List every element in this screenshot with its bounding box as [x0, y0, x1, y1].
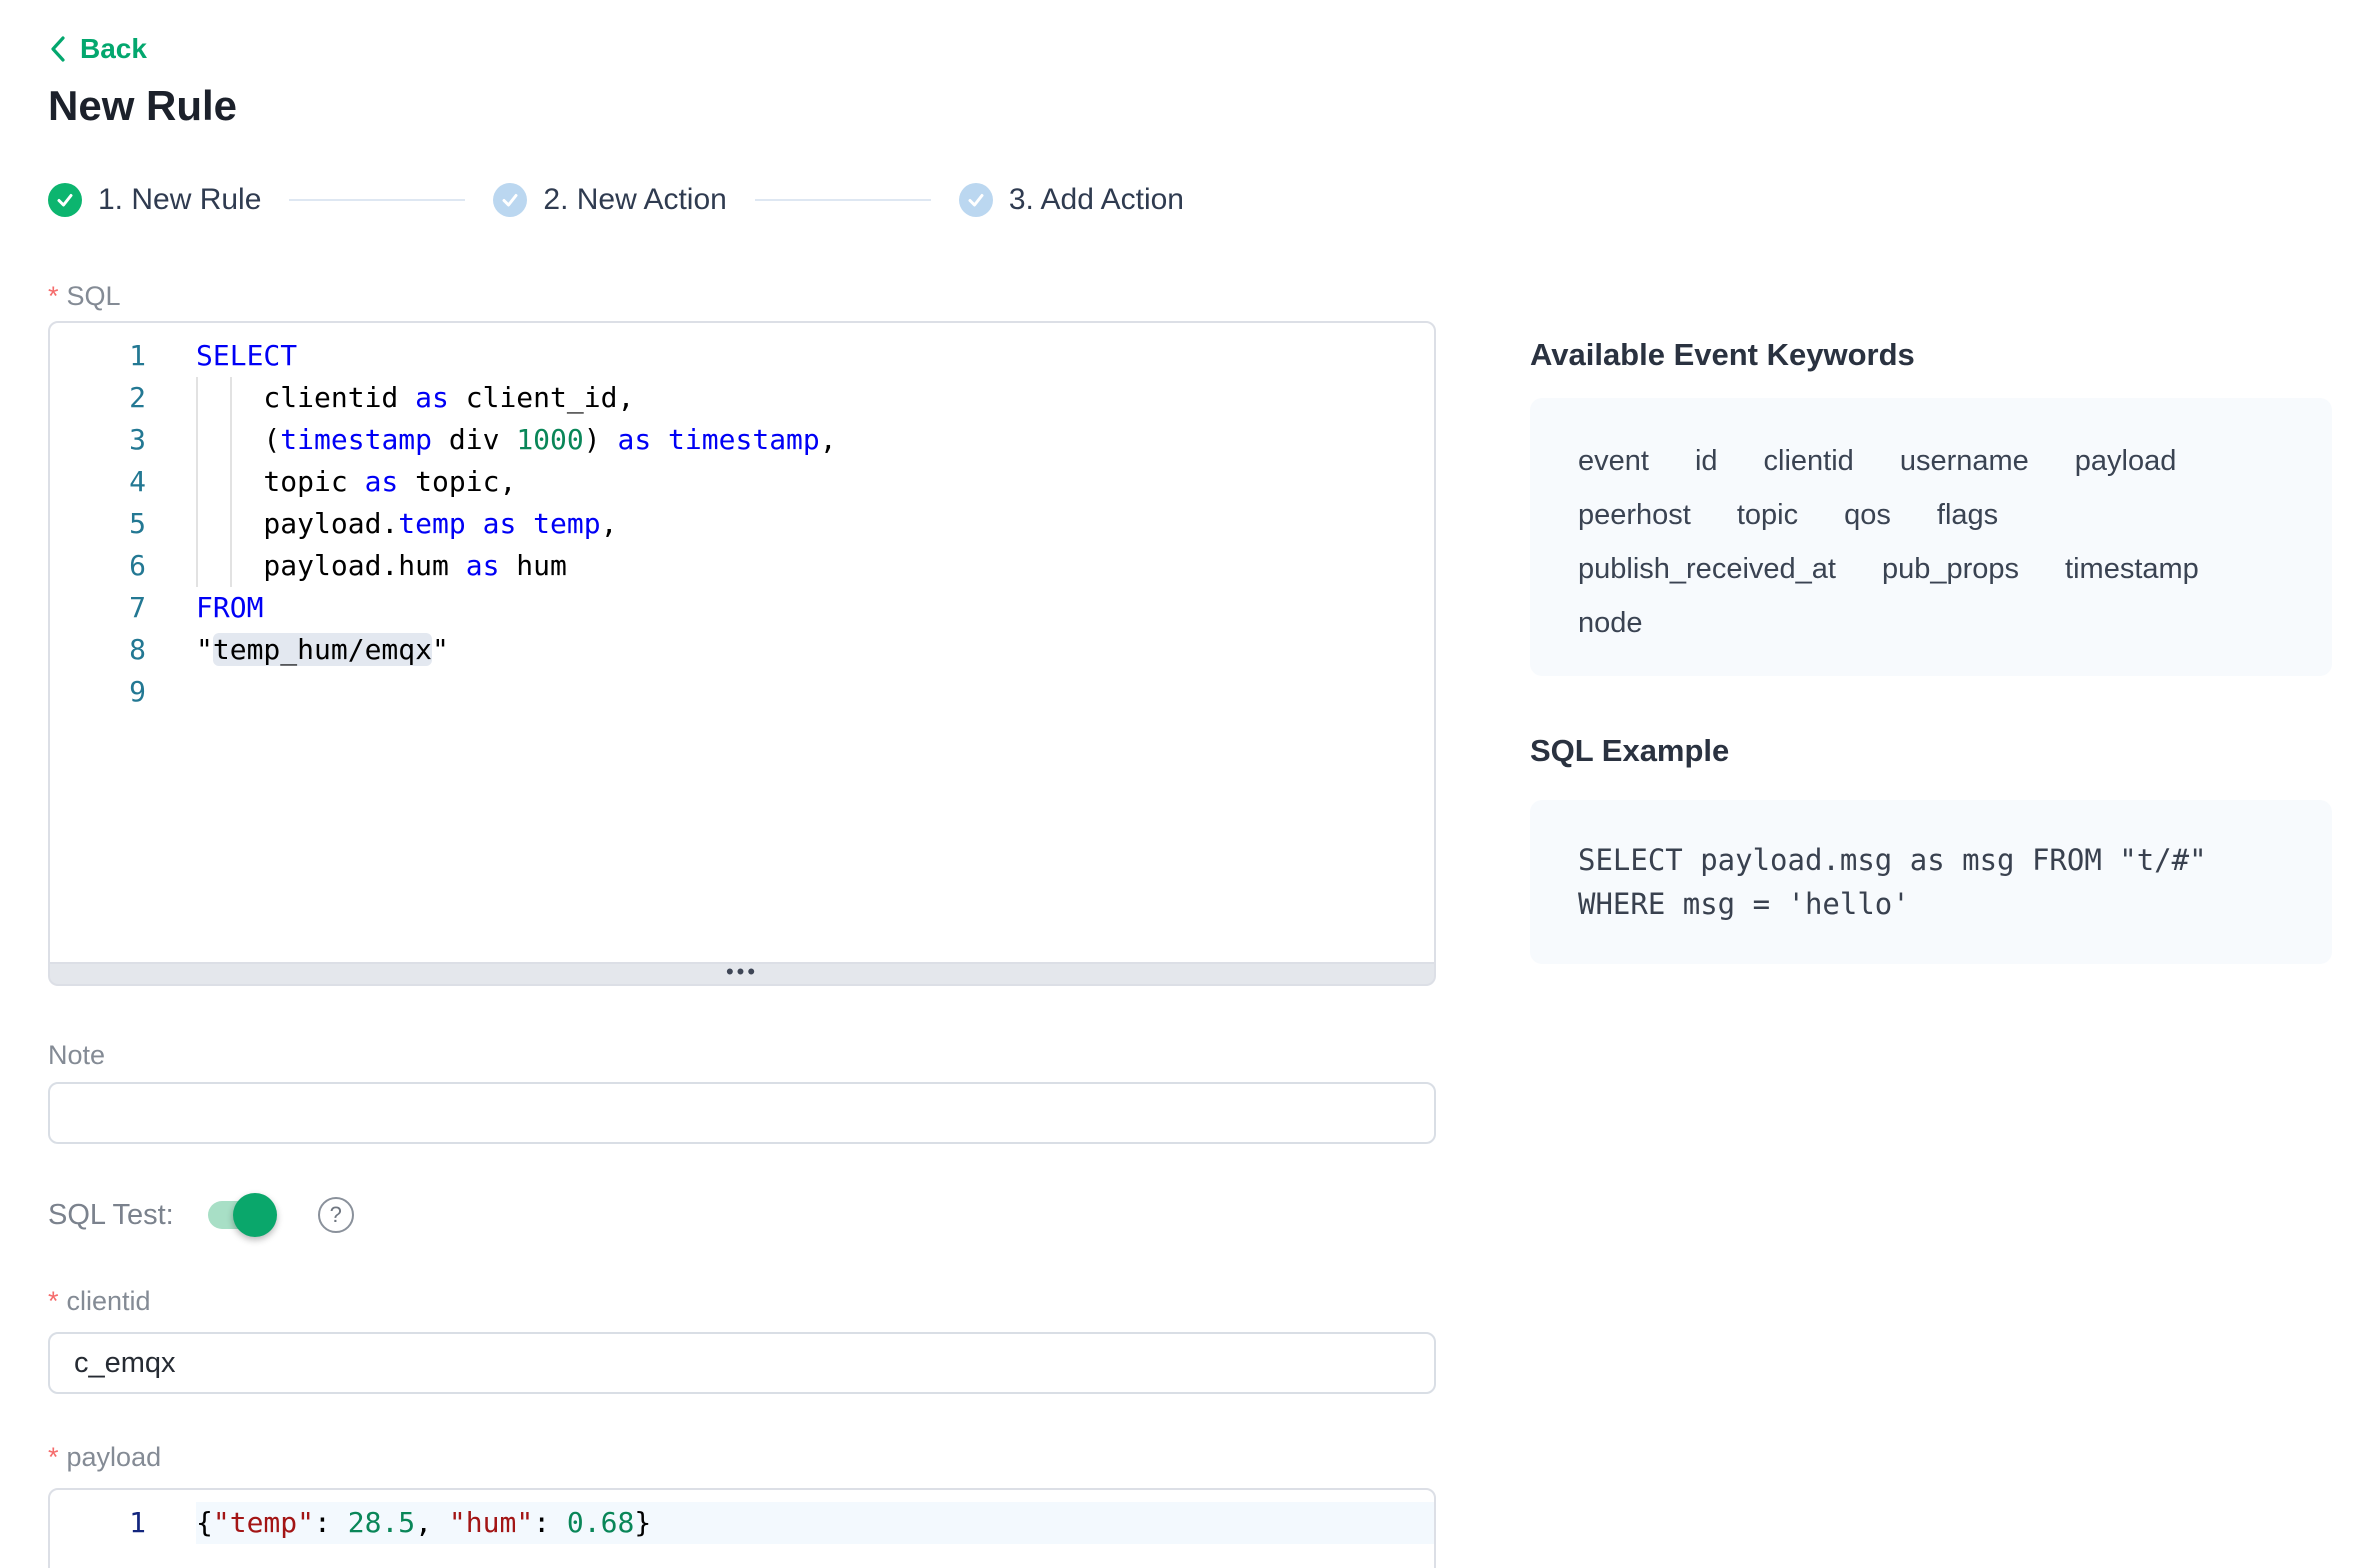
check-circle-icon: [959, 183, 993, 217]
keywords-panel: event id clientid username payload peerhost to…: [1530, 398, 2332, 676]
code-line-content: topic as topic,: [196, 461, 1434, 503]
keyword-item: publish_received_at: [1578, 552, 1836, 586]
keyword-item: payload: [2075, 444, 2177, 478]
payload-editor[interactable]: 1 {"temp": 28.5, "hum": 0.68}: [48, 1488, 1436, 1568]
sql-test-label: SQL Test:: [48, 1199, 174, 1232]
note-field-label: Note: [48, 1038, 1436, 1072]
keyword-item: node: [1578, 606, 1643, 640]
code-line-content: {"temp": 28.5, "hum": 0.68}: [196, 1502, 1434, 1544]
info-column: Available Event Keywords event id clientid…: [1530, 336, 2332, 964]
indent-guide: [230, 377, 232, 587]
line-number: 3: [50, 419, 146, 461]
sql-test-toggle[interactable]: [208, 1201, 274, 1229]
code-line-content: "temp_hum/emqx": [196, 629, 1434, 671]
step-connector: [289, 199, 465, 201]
step-connector: [755, 199, 931, 201]
back-label: Back: [80, 33, 147, 65]
sql-example-line: SELECT payload.msg as msg FROM "t/#": [1578, 838, 2284, 882]
sql-example-title: SQL Example: [1530, 732, 2332, 770]
code-line: 5 payload.temp as temp,: [50, 503, 1434, 545]
code-line-content: FROM: [196, 587, 1434, 629]
keyword-item: pub_props: [1882, 552, 2019, 586]
keyword-item: event: [1578, 444, 1649, 478]
code-line: 4 topic as topic,: [50, 461, 1434, 503]
code-line-content: payload.temp as temp,: [196, 503, 1434, 545]
line-number: 5: [50, 503, 146, 545]
sql-field-label: *SQL: [48, 279, 1436, 313]
keyword-row: publish_received_at pub_props timestamp: [1578, 552, 2284, 586]
clientid-input[interactable]: [48, 1332, 1436, 1394]
line-number: 8: [50, 629, 146, 671]
keyword-item: flags: [1937, 498, 1998, 532]
toggle-knob: [233, 1193, 277, 1237]
sql-example-block: SELECT payload.msg as msg FROM "t/#"WHER…: [1530, 800, 2332, 964]
step-label: 3. Add Action: [1009, 183, 1184, 217]
line-number: 1: [50, 335, 146, 377]
keyword-row: event id clientid username payload: [1578, 444, 2284, 478]
keyword-row: node: [1578, 606, 2284, 640]
code-line: 6 payload.hum as hum: [50, 545, 1434, 587]
code-line: 2 clientid as client_id,: [50, 377, 1434, 419]
sql-test-row: SQL Test: ?: [48, 1192, 1436, 1238]
code-line-content: SELECT: [196, 335, 1434, 377]
line-number: 2: [50, 377, 146, 419]
form-column: Back New Rule 1. New Rule 2. New Action: [48, 30, 1436, 1568]
keywords-title: Available Event Keywords: [1530, 336, 2332, 374]
clientid-field-label: *clientid: [48, 1284, 1436, 1318]
code-line: 1 SELECT: [50, 335, 1434, 377]
note-input[interactable]: [48, 1082, 1436, 1144]
code-line: 3 (timestamp div 1000) as timestamp,: [50, 419, 1434, 461]
check-circle-icon: [493, 183, 527, 217]
back-button[interactable]: Back: [48, 30, 147, 68]
code-line-content: clientid as client_id,: [196, 377, 1434, 419]
sql-example-line: WHERE msg = 'hello': [1578, 882, 2284, 926]
indent-guide: [196, 377, 198, 587]
keyword-row: peerhost topic qos flags: [1578, 498, 2284, 532]
step-item-new-action[interactable]: 2. New Action: [493, 183, 726, 217]
line-number: 6: [50, 545, 146, 587]
line-number: 9: [50, 671, 146, 713]
step-item-new-rule[interactable]: 1. New Rule: [48, 183, 261, 217]
keyword-item: username: [1900, 444, 2029, 478]
code-line-content: payload.hum as hum: [196, 545, 1434, 587]
line-number: 1: [50, 1502, 146, 1544]
keyword-item: timestamp: [2065, 552, 2199, 586]
line-number: 4: [50, 461, 146, 503]
code-line: 9: [50, 671, 1434, 713]
page-title: New Rule: [48, 81, 1436, 131]
required-mark: *: [48, 1442, 59, 1472]
step-item-add-action[interactable]: 3. Add Action: [959, 183, 1184, 217]
steps-bar: 1. New Rule 2. New Action 3. Add Action: [48, 183, 1436, 217]
chevron-left-icon: [48, 34, 68, 64]
keyword-item: peerhost: [1578, 498, 1691, 532]
code-line-content: (timestamp div 1000) as timestamp,: [196, 419, 1434, 461]
code-line: 1 {"temp": 28.5, "hum": 0.68}: [50, 1502, 1434, 1544]
check-circle-icon: [48, 183, 82, 217]
editor-resize-handle[interactable]: •••: [48, 964, 1436, 986]
required-mark: *: [48, 281, 59, 311]
new-rule-page: Back New Rule 1. New Rule 2. New Action: [0, 0, 2356, 1568]
keyword-item: qos: [1844, 498, 1891, 532]
drag-dots-icon: •••: [726, 962, 758, 982]
required-mark: *: [48, 1286, 59, 1316]
payload-field-label: *payload: [48, 1440, 1436, 1474]
keyword-item: clientid: [1764, 444, 1854, 478]
step-label: 2. New Action: [543, 183, 726, 217]
code-line: 7 FROM: [50, 587, 1434, 629]
step-label: 1. New Rule: [98, 183, 261, 217]
code-line-content: [196, 671, 1434, 713]
code-line: 8 "temp_hum/emqx": [50, 629, 1434, 671]
keyword-item: id: [1695, 444, 1718, 478]
line-number: 7: [50, 587, 146, 629]
sql-editor[interactable]: 1SELECT2 clientid as client_id,3 (timest…: [48, 321, 1436, 964]
keyword-item: topic: [1737, 498, 1798, 532]
help-icon[interactable]: ?: [318, 1197, 354, 1233]
